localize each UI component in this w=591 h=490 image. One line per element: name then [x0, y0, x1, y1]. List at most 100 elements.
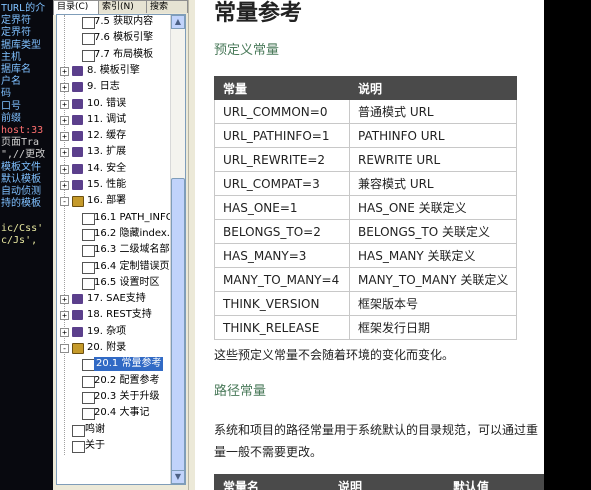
tree-item[interactable]: - 20. 附录	[57, 340, 171, 356]
book-icon	[72, 180, 83, 190]
expand-icon[interactable]: +	[60, 148, 69, 158]
expand-icon[interactable]: +	[60, 115, 69, 125]
tab-search[interactable]: 搜索	[146, 0, 188, 13]
code-line: 主机	[1, 51, 21, 63]
nav-tabs: 目录(C) 索引(N) 搜索	[53, 0, 188, 15]
tree-item-label: 19. 杂项	[87, 325, 127, 337]
tree-item[interactable]: +18. REST支持	[57, 307, 171, 323]
help-content-pane: 常量参考 预定义常量 常量 说明 URL_COMMON=0 普通模式 URL URL…	[195, 0, 544, 490]
book-icon	[72, 294, 83, 305]
code-line: TURL的介	[1, 3, 46, 14]
tab-index[interactable]: 索引(N)	[98, 0, 147, 13]
tree-item[interactable]: 16.2 隐藏index.p	[57, 226, 171, 242]
tree-item[interactable]: 20.1 常量参考	[57, 356, 171, 372]
tree-item[interactable]: +15. 性能	[57, 177, 171, 193]
expand-icon[interactable]: +	[60, 66, 69, 76]
collapse-icon[interactable]: -	[60, 197, 69, 207]
code-line: 自动侦测	[1, 186, 41, 197]
tree-item[interactable]: +14. 安全	[57, 161, 171, 177]
tree-item-label: 7.7 布局模板	[94, 48, 154, 60]
pane-splitter[interactable]	[188, 0, 195, 490]
collapse-icon[interactable]: -	[60, 344, 69, 353]
constant-cell: URL_COMMON=0	[214, 99, 350, 124]
tree-item-label: 7.5 获取内容	[94, 16, 154, 27]
tree-item[interactable]: +8. 模板引擎	[57, 63, 171, 79]
expand-icon[interactable]: +	[60, 132, 69, 142]
path-constants-paragraph-line1: 系统和项目的路径常量用于系统默认的目录规范，可以通过重	[214, 423, 539, 437]
tree-item[interactable]: 20.3 关于升级	[57, 389, 171, 405]
table-row: THINK_RELEASE 框架发行日期	[214, 315, 518, 340]
code-line: 模板文件	[1, 161, 41, 173]
expand-icon[interactable]: +	[60, 295, 69, 305]
code-line: 定界符	[1, 27, 31, 39]
tree-item[interactable]: +12. 缓存	[57, 128, 171, 144]
code-line: 持的模板	[1, 198, 41, 210]
expand-icon[interactable]: +	[60, 311, 69, 321]
tree-item[interactable]: 7.5 获取内容	[57, 15, 171, 30]
code-line: host:33	[1, 125, 44, 136]
expand-icon[interactable]: +	[60, 83, 69, 93]
expand-icon[interactable]: +	[60, 164, 69, 174]
scroll-thumb[interactable]	[171, 178, 185, 478]
tree-vertical-scrollbar[interactable]: ▲ ▼	[170, 15, 185, 484]
tree-item-label: 20.3 关于升级	[94, 390, 160, 402]
tree-item-label: 16.2 隐藏index.p	[94, 227, 171, 239]
expand-icon[interactable]: +	[60, 181, 69, 190]
tree-item-label: 鸣谢	[85, 423, 105, 435]
scroll-up-arrow-icon[interactable]: ▲	[171, 15, 185, 29]
description-cell: HAS_MANY 关联定义	[348, 243, 518, 268]
expand-icon[interactable]: +	[60, 327, 69, 337]
tree-item[interactable]: +17. SAE支持	[57, 291, 171, 307]
code-line: 定界符	[1, 15, 31, 27]
tree-item[interactable]: +13. 扩展	[57, 144, 171, 160]
constant-cell: HAS_MANY=3	[214, 243, 350, 268]
description-cell: REWRITE URL	[348, 147, 518, 172]
tree-item[interactable]: 16.4 定制错误页	[57, 259, 171, 275]
tree-item[interactable]: +11. 调试	[57, 112, 171, 128]
constant-cell: MANY_TO_MANY=4	[214, 267, 350, 292]
tree-item[interactable]: 20.2 配置参考	[57, 373, 171, 389]
tree-item[interactable]: +10. 错误	[57, 96, 171, 112]
tree-item[interactable]: 7.7 布局模板	[57, 47, 171, 63]
description-cell: HAS_ONE 关联定义	[348, 195, 518, 220]
tree-item-label: 20.2 配置参考	[94, 374, 160, 386]
open-book-icon	[72, 343, 84, 354]
table-header-constant: 常量	[214, 76, 350, 100]
tree-item[interactable]: 20.4 大事记	[57, 405, 171, 421]
book-icon	[72, 65, 83, 76]
code-line: ic/Css'	[1, 222, 44, 234]
tree-item-label: 8. 模板引擎	[87, 64, 140, 76]
tree-item-label: 9. 日志	[87, 81, 120, 93]
constant-cell: HAS_ONE=1	[214, 195, 350, 220]
table-header-description: 说明	[348, 76, 518, 100]
book-icon	[72, 147, 83, 158]
tree-item[interactable]: 16.1 PATH_INFO	[57, 210, 171, 226]
code-line: c/Js',	[1, 234, 38, 246]
help-page-icon	[72, 424, 85, 437]
code-line: 码	[1, 88, 11, 100]
description-cell: PATHINFO URL	[348, 123, 518, 148]
tree-item[interactable]: 关于	[57, 438, 171, 454]
tree-item[interactable]: 16.5 设置时区	[57, 275, 171, 291]
tree-item-label: 18. REST支持	[87, 309, 152, 321]
tree-item[interactable]: 16.3 二级域名部	[57, 242, 171, 258]
tab-contents[interactable]: 目录(C)	[53, 0, 99, 15]
tree-item[interactable]: - 16. 部署	[57, 193, 171, 209]
book-icon	[72, 98, 83, 109]
table-row: HAS_ONE=1 HAS_ONE 关联定义	[214, 195, 518, 220]
expand-icon[interactable]: +	[60, 99, 69, 109]
scroll-down-arrow-icon[interactable]: ▼	[171, 470, 185, 484]
section-heading-path-constants: 路径常量	[214, 384, 267, 399]
tree-item-label: 7.6 模板引擎	[94, 32, 154, 44]
code-editor-background: TURL的介 定界符 定界符 据库类型 主机 据库名 户名码口号 前缀 host:33 页面Tra…	[0, 0, 53, 490]
tree-item[interactable]: +19. 杂项	[57, 324, 171, 340]
tree-item-label: 15. 性能	[87, 179, 127, 190]
tree-item-label: 13. 扩展	[87, 146, 127, 158]
tree-item[interactable]: 鸣谢	[57, 422, 171, 438]
tree-item-label: 11. 调试	[87, 113, 127, 125]
tree-item[interactable]: +9. 日志	[57, 79, 171, 95]
tree-item-label: 16. 部署	[87, 195, 127, 207]
tree-item[interactable]: 7.6 模板引擎	[57, 30, 171, 46]
code-line: 据库类型	[1, 39, 41, 51]
table-header-constant-name: 常量名	[214, 474, 330, 490]
